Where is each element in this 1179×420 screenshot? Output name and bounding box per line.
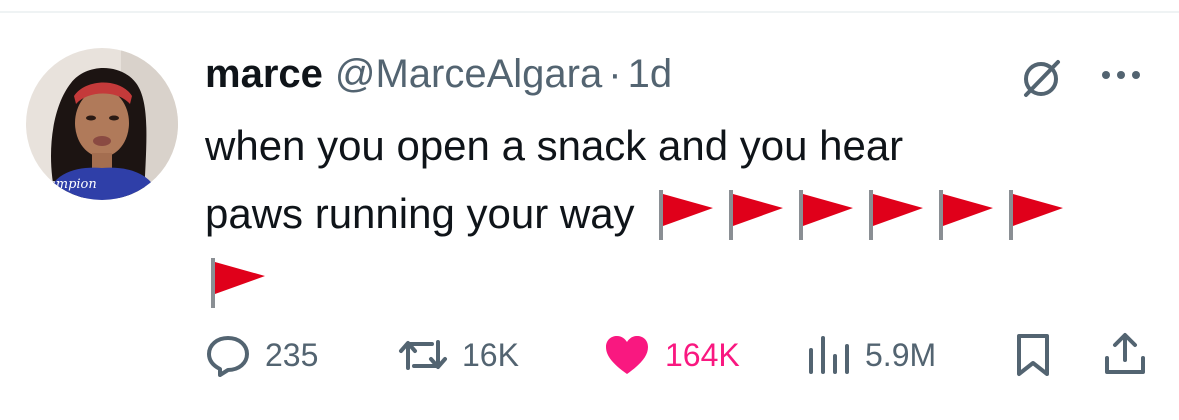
reply-icon [207, 336, 249, 377]
tweet-line-3 [205, 248, 1165, 316]
avatar-shirt-text: ampion [48, 177, 97, 192]
tweet-text-line-1: when you open a snack and you hear [205, 122, 904, 169]
like-count: 164K [665, 336, 740, 373]
share-icon [1105, 333, 1145, 374]
views-button[interactable]: 5.9M [805, 330, 936, 380]
tweet-line-2: paws running your way [205, 180, 1165, 248]
bookmark-button[interactable] [1013, 330, 1067, 380]
grok-icon[interactable] [1018, 55, 1064, 101]
tweet-actions: 235 16K 164K 5.9M [205, 330, 1145, 380]
tweet-line-1: when you open a snack and you hear [205, 112, 1165, 180]
reply-count: 235 [265, 336, 319, 373]
retweet-button[interactable]: 16K [398, 330, 519, 380]
tweet-text: when you open a snack and you hear paws … [205, 112, 1165, 316]
red-flag-icon [211, 258, 265, 308]
heart-icon [606, 336, 648, 374]
red-flag-icon [868, 190, 923, 240]
share-button[interactable] [1103, 330, 1161, 380]
bookmark-icon [1017, 334, 1049, 376]
author-name[interactable]: marce [205, 52, 323, 97]
like-button[interactable]: 164K [603, 330, 740, 380]
tweet-header: marce @MarceAlgara · 1d [205, 50, 672, 98]
avatar[interactable]: ampion [26, 48, 178, 200]
red-flag-icon [1008, 190, 1063, 240]
tweet-text-line-2: paws running your way [205, 190, 635, 237]
retweet-count: 16K [462, 336, 519, 373]
top-divider [0, 11, 1179, 13]
flags-group [653, 186, 1073, 242]
tweet-time[interactable]: 1d [628, 52, 673, 97]
views-icon [809, 336, 849, 374]
reply-button[interactable]: 235 [205, 330, 318, 380]
red-flag-icon [728, 190, 783, 240]
separator-dot: · [608, 51, 622, 96]
retweet-icon [399, 340, 447, 370]
red-flag-icon [658, 190, 713, 240]
red-flag-icon [798, 190, 853, 240]
red-flag-icon [938, 190, 993, 240]
more-icon[interactable] [1096, 60, 1146, 90]
views-count: 5.9M [865, 336, 937, 373]
author-handle[interactable]: @MarceAlgara [335, 52, 602, 97]
